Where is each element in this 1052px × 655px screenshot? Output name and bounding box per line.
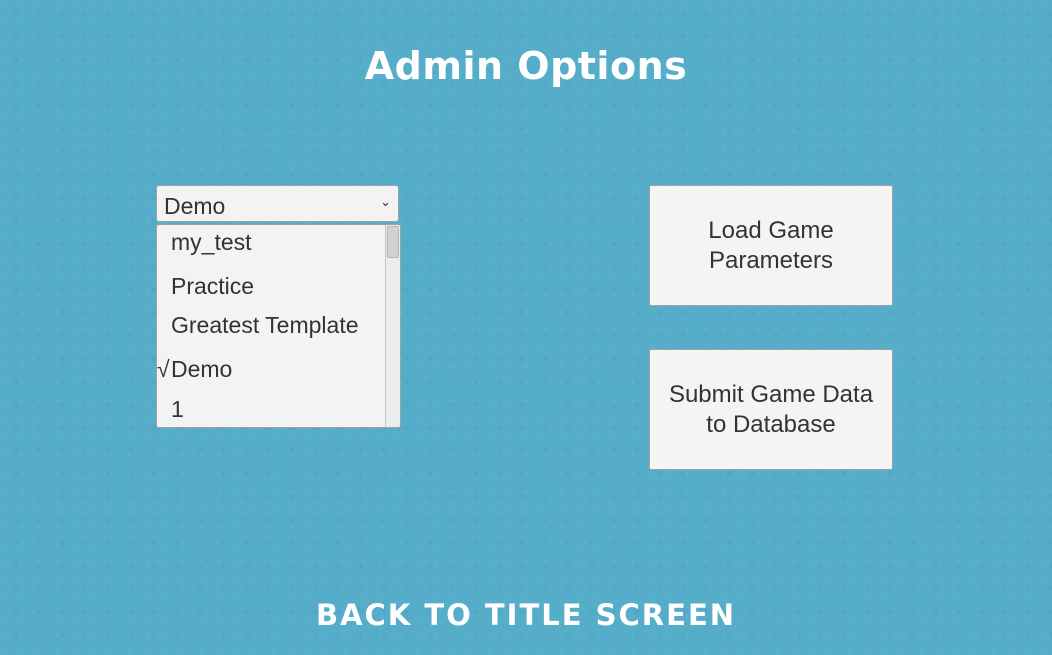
- option-label: 1: [171, 396, 184, 422]
- dropdown-option-greatest-template[interactable]: Greatest Template: [157, 312, 385, 348]
- submit-button-label: Submit Game Data to Database: [668, 380, 874, 438]
- dropdown-list: my_test Practice Greatest Template √ Dem…: [156, 224, 401, 428]
- option-label: Practice: [171, 273, 255, 299]
- back-to-title-screen-link[interactable]: Back to Title Screen: [0, 598, 1052, 632]
- option-label: Demo: [171, 356, 233, 382]
- option-label: Greatest Template: [171, 312, 359, 338]
- page-title: Admin Options: [364, 44, 688, 88]
- checkmark-icon: √: [157, 356, 170, 382]
- scrollbar-thumb[interactable]: [387, 226, 399, 258]
- dropdown-selected-value: Demo: [164, 193, 226, 219]
- load-game-parameters-button[interactable]: Load Game Parameters: [649, 185, 893, 306]
- dropdown-option-demo[interactable]: √ Demo: [157, 356, 385, 392]
- dropdown-option-1[interactable]: 1: [157, 396, 385, 427]
- option-label: my_test: [171, 229, 252, 255]
- dropdown-option-practice[interactable]: Practice: [157, 273, 385, 309]
- chevron-down-icon: ⌄: [380, 194, 391, 209]
- dropdown-option-my-test[interactable]: my_test: [157, 229, 385, 265]
- load-button-label: Load Game Parameters: [708, 216, 834, 274]
- submit-game-data-button[interactable]: Submit Game Data to Database: [649, 349, 893, 470]
- template-dropdown[interactable]: Demo ⌄: [156, 185, 399, 222]
- dropdown-scrollbar[interactable]: [385, 225, 400, 427]
